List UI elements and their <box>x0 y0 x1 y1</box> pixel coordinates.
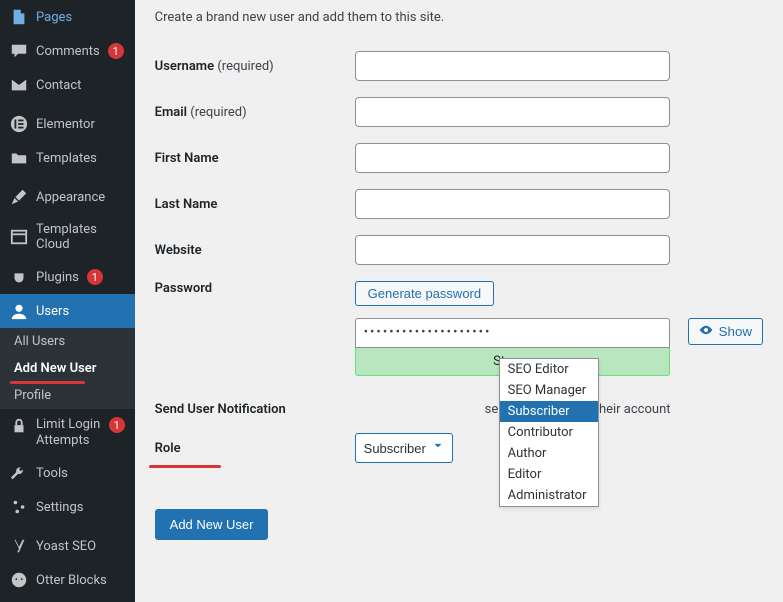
eye-icon <box>699 323 713 340</box>
otter-icon <box>10 571 28 589</box>
yoast-icon <box>10 537 28 555</box>
user-icon <box>10 302 28 320</box>
sidebar-item-otter[interactable]: Otter Blocks <box>0 563 135 597</box>
email-input[interactable] <box>355 97 670 127</box>
sidebar-item-limit-login[interactable]: Limit Login Attempts 1 <box>0 409 135 456</box>
sidebar-item-yoast[interactable]: Yoast SEO <box>0 529 135 563</box>
sidebar-label: Settings <box>36 500 83 515</box>
sidebar-label: Limit Login Attempts <box>36 417 101 448</box>
sidebar-submenu: All Users Add New User Profile <box>0 328 135 409</box>
sidebar-item-tools[interactable]: Tools <box>0 456 135 490</box>
role-option-administrator[interactable]: Administrator <box>500 485 598 506</box>
badge: 1 <box>109 417 125 433</box>
lastname-label: Last Name <box>155 197 355 212</box>
notification-label: Send User Notification <box>155 402 355 417</box>
elementor-icon <box>10 115 28 133</box>
role-option-seo-manager[interactable]: SEO Manager <box>500 380 598 401</box>
sliders-icon <box>10 498 28 516</box>
badge: 1 <box>87 269 103 285</box>
sidebar-label: Yoast SEO <box>36 539 96 554</box>
sidebar-label: Elementor <box>36 117 95 132</box>
lastname-input[interactable] <box>355 189 670 219</box>
role-option-contributor[interactable]: Contributor <box>500 422 598 443</box>
username-label: Username (required) <box>155 59 355 74</box>
generate-password-button[interactable]: Generate password <box>355 281 494 306</box>
highlight-underline <box>10 381 85 384</box>
website-label: Website <box>155 243 355 258</box>
sidebar-item-contact[interactable]: Contact <box>0 68 135 102</box>
add-new-user-button[interactable]: Add New User <box>155 509 269 540</box>
comments-icon <box>10 42 28 60</box>
badge: 1 <box>108 43 124 59</box>
sidebar-item-templates[interactable]: Templates <box>0 141 135 175</box>
admin-sidebar: Pages Comments 1 Contact Elementor Templ… <box>0 0 135 602</box>
highlight-underline <box>149 465 221 468</box>
sidebar-label: Appearance <box>36 190 105 205</box>
role-option-editor[interactable]: Editor <box>500 464 598 485</box>
sidebar-sub-all-users[interactable]: All Users <box>0 328 135 355</box>
sidebar-item-pages[interactable]: Pages <box>0 0 135 34</box>
sidebar-sub-profile[interactable]: Profile <box>0 382 135 409</box>
username-input[interactable] <box>355 51 670 81</box>
collapse-menu[interactable]: Collapse menu <box>0 597 135 602</box>
password-input[interactable]: •••••••••••••••••••• <box>355 318 670 348</box>
sidebar-item-plugins[interactable]: Plugins 1 <box>0 260 135 294</box>
sidebar-item-settings[interactable]: Settings <box>0 490 135 524</box>
brush-icon <box>10 188 28 206</box>
envelope-icon <box>10 76 28 94</box>
sidebar-label: Templates <box>36 151 97 166</box>
folder-icon <box>10 149 28 167</box>
sidebar-item-templates-cloud[interactable]: Templates Cloud <box>0 214 135 260</box>
sidebar-label: Comments <box>36 44 100 59</box>
sidebar-item-users[interactable]: Users <box>0 294 135 328</box>
sidebar-label: Tools <box>36 466 68 481</box>
role-dropdown: SEO Editor SEO Manager Subscriber Contri… <box>499 358 599 507</box>
role-label: Role <box>155 441 355 456</box>
role-option-author[interactable]: Author <box>500 443 598 464</box>
lock-icon <box>10 417 28 435</box>
show-password-button[interactable]: Show <box>688 318 763 345</box>
firstname-label: First Name <box>155 151 355 166</box>
role-option-subscriber[interactable]: Subscriber <box>500 401 598 422</box>
sidebar-label: Pages <box>36 10 72 25</box>
website-input[interactable] <box>355 235 670 265</box>
sidebar-label: Otter Blocks <box>36 573 107 588</box>
sidebar-label: Plugins <box>36 270 79 285</box>
sidebar-label: Templates Cloud <box>36 222 125 252</box>
sidebar-item-comments[interactable]: Comments 1 <box>0 34 135 68</box>
email-label: Email (required) <box>155 105 355 120</box>
firstname-input[interactable] <box>355 143 670 173</box>
page-intro: Create a brand new user and add them to … <box>155 10 763 25</box>
role-select[interactable]: Subscriber <box>355 433 453 463</box>
sidebar-label: Contact <box>36 78 81 93</box>
plug-icon <box>10 268 28 286</box>
wrench-icon <box>10 464 28 482</box>
sidebar-sub-add-new-user[interactable]: Add New User <box>0 355 135 382</box>
layout-icon <box>10 228 28 246</box>
role-option-seo-editor[interactable]: SEO Editor <box>500 359 598 380</box>
sidebar-item-appearance[interactable]: Appearance <box>0 180 135 214</box>
pages-icon <box>10 8 28 26</box>
sidebar-item-elementor[interactable]: Elementor <box>0 107 135 141</box>
sidebar-label: Users <box>36 304 69 319</box>
main-content: Create a brand new user and add them to … <box>135 0 783 602</box>
password-label: Password <box>155 281 355 296</box>
